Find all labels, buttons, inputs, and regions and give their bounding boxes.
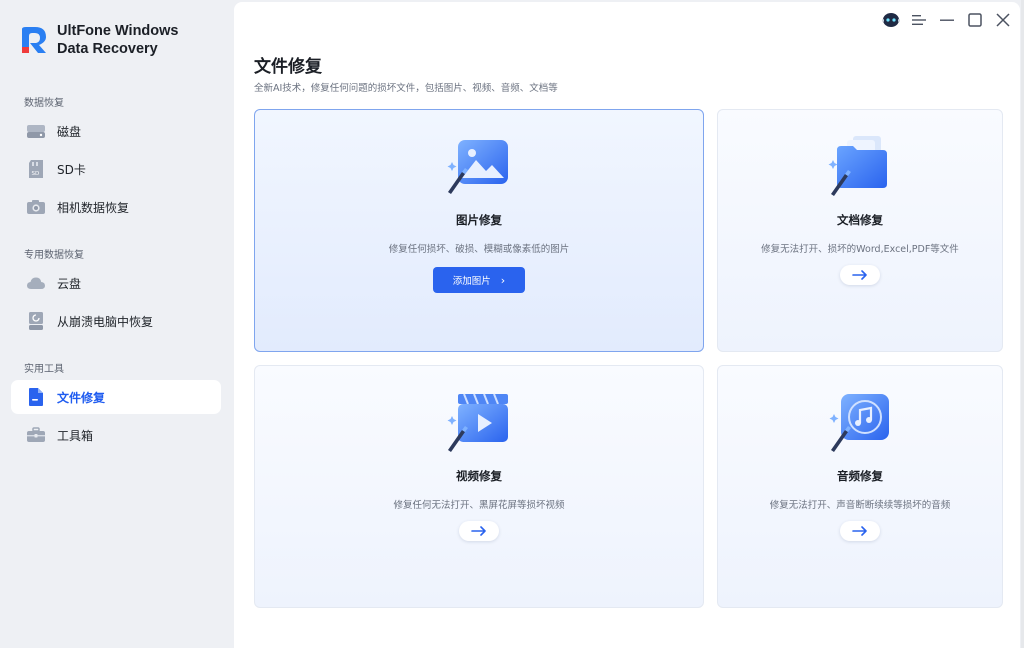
sidebar-item-toolbox[interactable]: 工具箱 bbox=[11, 418, 221, 452]
section-label-data-recovery: 数据恢复 bbox=[24, 98, 64, 109]
card-title: 视频修复 bbox=[456, 469, 502, 483]
close-icon[interactable] bbox=[994, 10, 1012, 30]
sidebar-item-label: 文件修复 bbox=[57, 390, 106, 405]
sidebar-item-file-repair[interactable]: 文件修复 bbox=[11, 380, 221, 414]
sd-card-icon: SD bbox=[25, 158, 47, 180]
section-label-special-recovery: 专用数据恢复 bbox=[24, 250, 84, 261]
video-repair-icon bbox=[447, 393, 508, 452]
ultfone-logo-icon bbox=[22, 27, 46, 53]
card-image-repair[interactable]: 图片修复 修复任何损坏、破损、模糊或像素低的图片 添加图片 › bbox=[254, 109, 704, 352]
page-title: 文件修复 bbox=[254, 57, 322, 77]
add-image-button[interactable]: 添加图片 › bbox=[433, 267, 525, 293]
assistant-bot-icon[interactable] bbox=[882, 10, 900, 30]
arrow-right-icon bbox=[852, 270, 867, 280]
app-name-line1: UltFone Windows bbox=[57, 23, 179, 39]
card-title: 图片修复 bbox=[456, 213, 502, 227]
sidebar-item-disk[interactable]: 磁盘 bbox=[11, 114, 221, 148]
folder-repair-icon bbox=[828, 136, 887, 196]
sidebar-item-crashed-pc[interactable]: 从崩溃电脑中恢复 bbox=[11, 304, 221, 338]
arrow-button[interactable] bbox=[840, 265, 880, 285]
section-label-utilities: 实用工具 bbox=[24, 364, 64, 375]
arrow-button[interactable] bbox=[459, 521, 499, 541]
arrow-button[interactable] bbox=[840, 521, 880, 541]
card-description: 修复无法打开、损坏的Word,Excel,PDF等文件 bbox=[761, 244, 959, 255]
card-description: 修复无法打开、声音断断续续等损坏的音频 bbox=[769, 500, 951, 511]
app-name-line2: Data Recovery bbox=[57, 41, 158, 57]
sidebar-item-label: 云盘 bbox=[57, 276, 82, 291]
sidebar-item-label: 工具箱 bbox=[57, 428, 94, 443]
sidebar-item-label: 从崩溃电脑中恢复 bbox=[57, 314, 154, 329]
image-repair-icon bbox=[447, 140, 508, 194]
minimize-icon[interactable] bbox=[938, 10, 956, 30]
card-audio-repair[interactable]: 音频修复 修复无法打开、声音断断续续等损坏的音频 bbox=[717, 365, 1003, 608]
disk-icon bbox=[25, 120, 47, 142]
card-description: 修复任何无法打开、黑屏花屏等损坏视频 bbox=[393, 500, 565, 511]
card-title: 文档修复 bbox=[837, 213, 883, 227]
file-repair-icon bbox=[25, 386, 47, 408]
crashed-pc-icon bbox=[25, 310, 47, 332]
svg-text:SD: SD bbox=[32, 171, 40, 177]
sidebar-item-label: 相机数据恢复 bbox=[57, 200, 130, 215]
sidebar: UltFone Windows Data Recovery 数据恢复 磁盘 SD… bbox=[0, 0, 233, 648]
page-subtitle: 全新AI技术，修复任何问题的损坏文件，包括图片、视频、音频、文档等 bbox=[254, 83, 558, 94]
main-panel: 文件修复 全新AI技术，修复任何问题的损坏文件，包括图片、视频、音频、文档等 图… bbox=[234, 2, 1020, 648]
card-description: 修复任何损坏、破损、模糊或像素低的图片 bbox=[388, 244, 570, 255]
window-controls bbox=[882, 10, 1012, 30]
toolbox-icon bbox=[25, 424, 47, 446]
maximize-icon[interactable] bbox=[966, 10, 984, 30]
sidebar-item-sd-card[interactable]: SD SD卡 bbox=[11, 152, 221, 186]
sidebar-item-label: SD卡 bbox=[57, 162, 86, 177]
sidebar-item-camera[interactable]: 相机数据恢复 bbox=[11, 190, 221, 224]
menu-icon[interactable] bbox=[910, 10, 928, 30]
card-title: 音频修复 bbox=[837, 469, 883, 483]
card-video-repair[interactable]: 视频修复 修复任何无法打开、黑屏花屏等损坏视频 bbox=[254, 365, 704, 608]
sidebar-item-cloud[interactable]: 云盘 bbox=[11, 266, 221, 300]
arrow-right-icon bbox=[471, 526, 486, 536]
sidebar-item-label: 磁盘 bbox=[57, 124, 82, 139]
brand: UltFone Windows Data Recovery bbox=[18, 22, 179, 58]
add-image-button-label: 添加图片 bbox=[452, 276, 491, 287]
cloud-icon bbox=[25, 272, 47, 294]
card-document-repair[interactable]: 文档修复 修复无法打开、损坏的Word,Excel,PDF等文件 bbox=[717, 109, 1003, 352]
camera-icon bbox=[25, 196, 47, 218]
chevron-right-icon: › bbox=[500, 273, 506, 287]
audio-repair-icon bbox=[829, 394, 889, 452]
arrow-right-icon bbox=[852, 526, 867, 536]
